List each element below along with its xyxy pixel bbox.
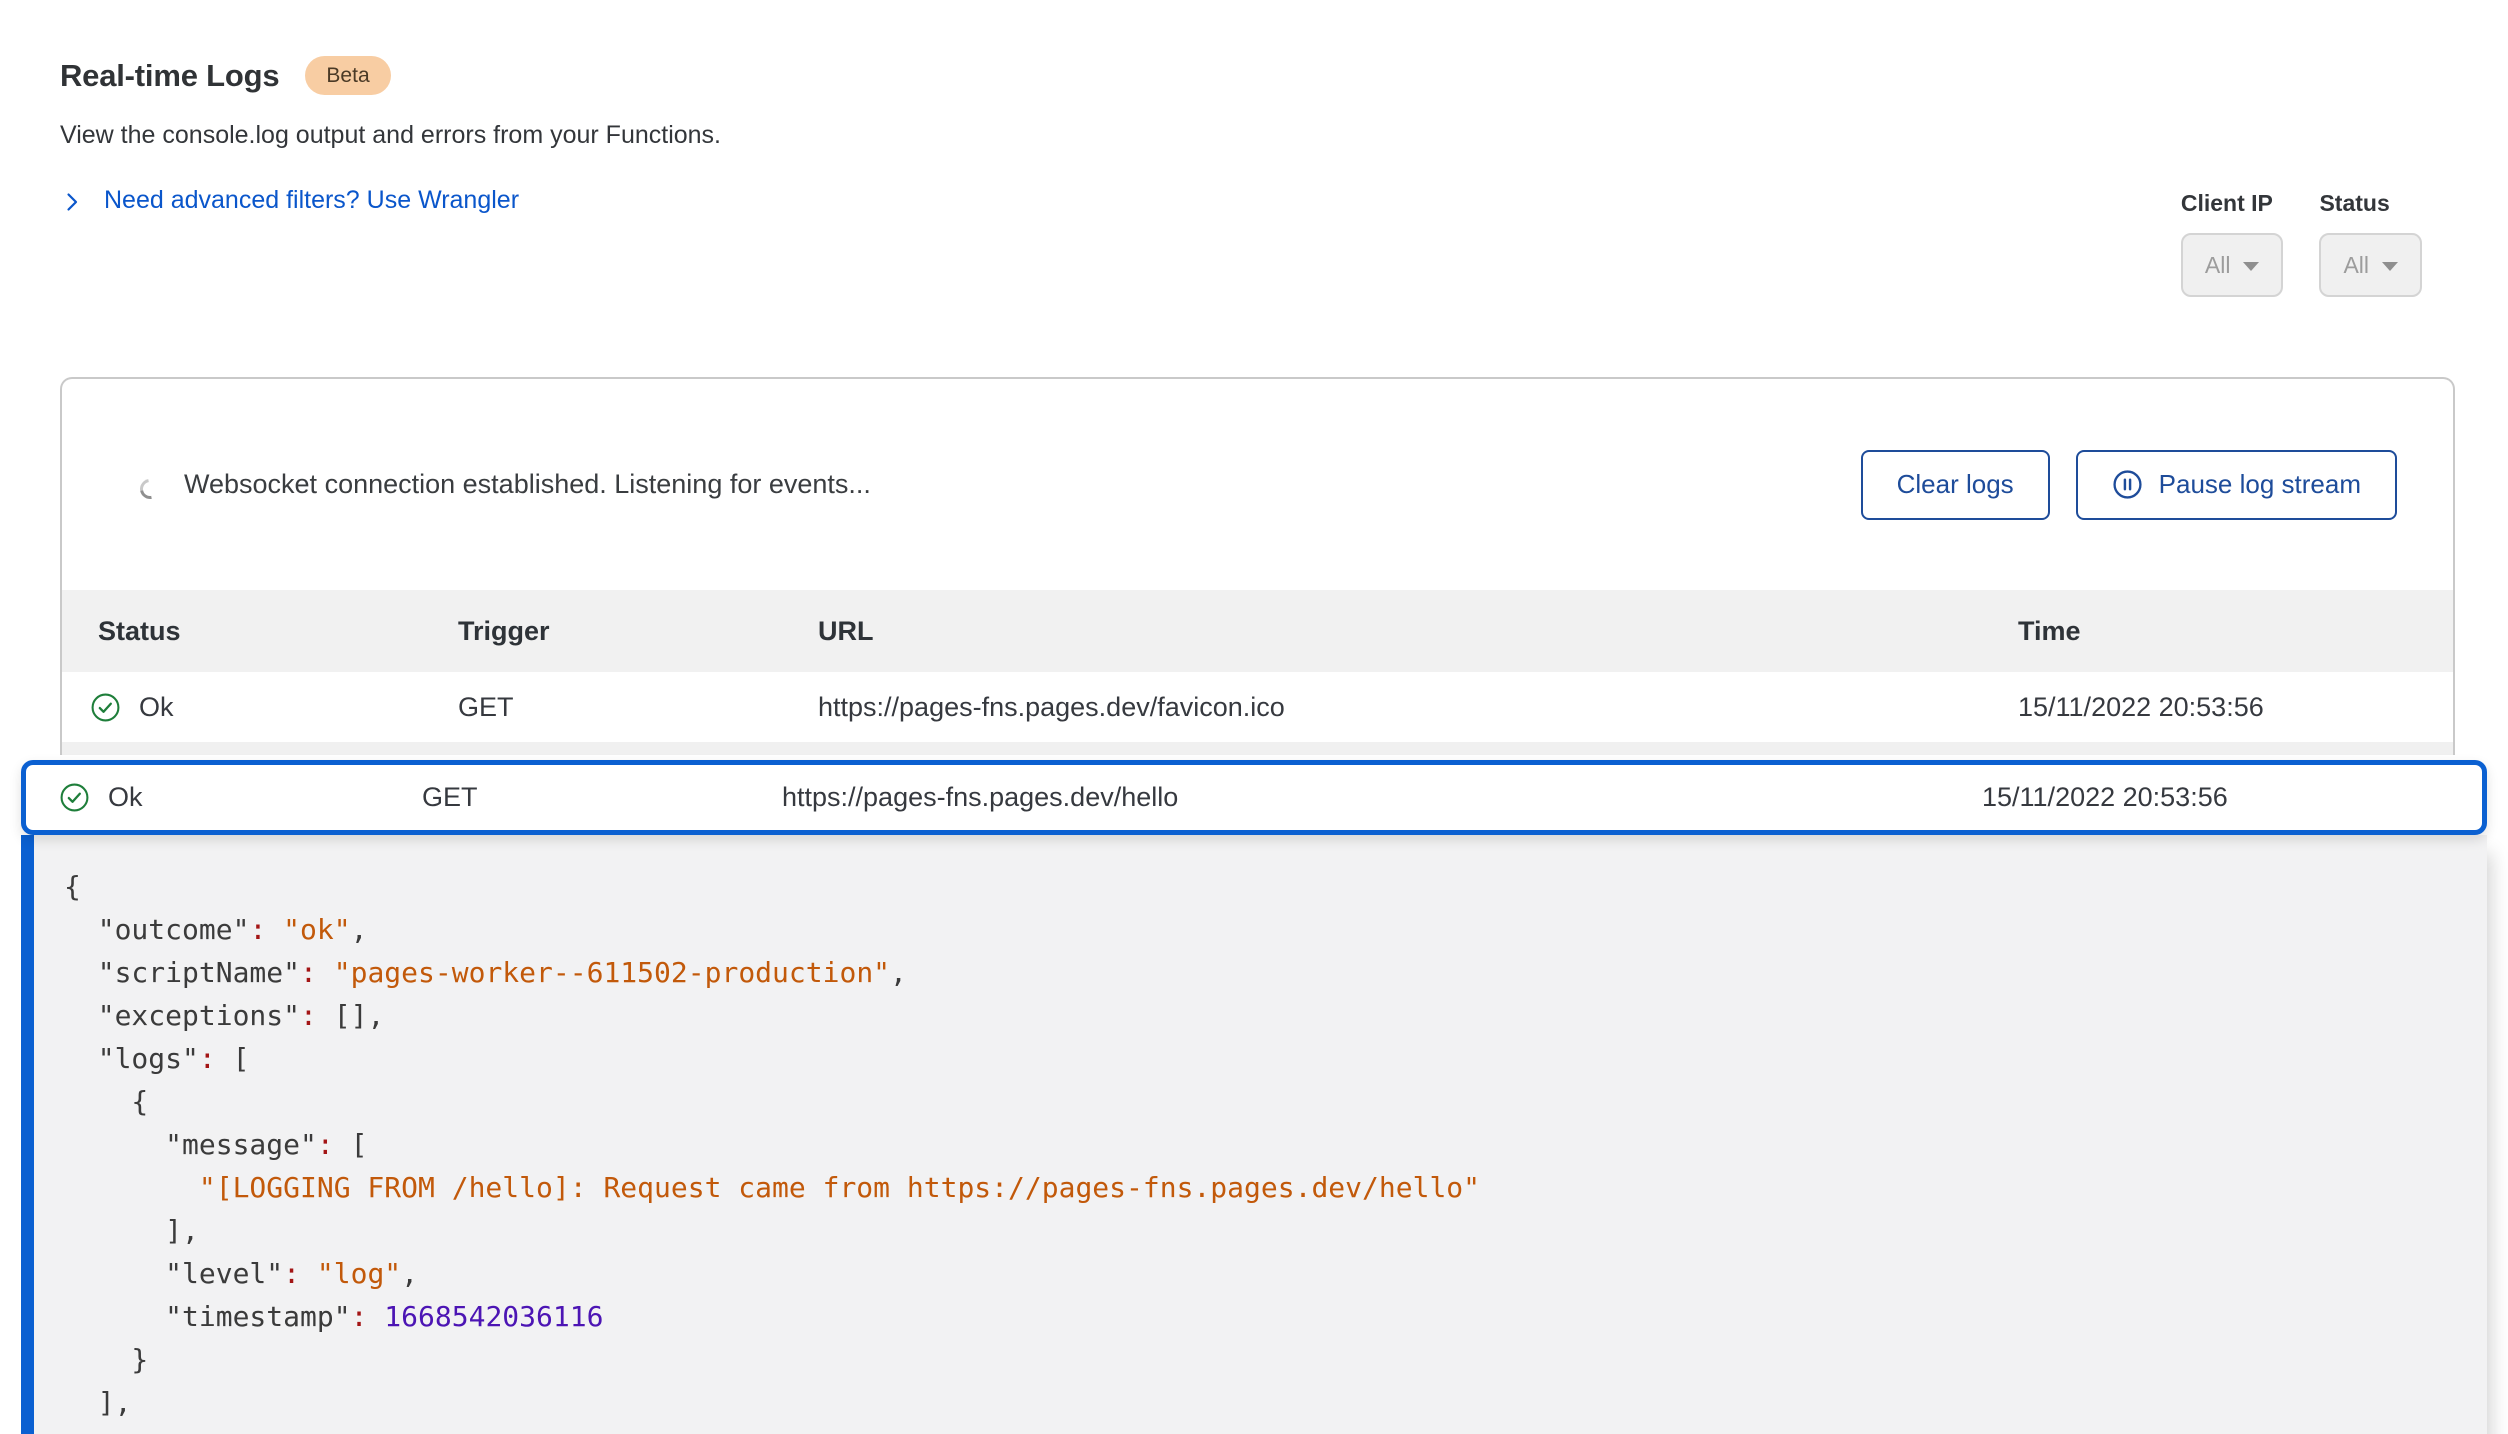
row-status-cell: Ok bbox=[26, 782, 386, 813]
row-separator bbox=[62, 742, 2453, 755]
row-time-cell: 15/11/2022 20:53:56 bbox=[1982, 692, 2453, 723]
column-header-url: URL bbox=[782, 616, 1982, 647]
log-table-row-selected[interactable]: Ok GET https://pages-fns.pages.dev/hello… bbox=[21, 760, 2487, 835]
log-detail-panel: { "outcome": "ok", "scriptName": "pages-… bbox=[21, 835, 2487, 1434]
pause-log-stream-button[interactable]: Pause log stream bbox=[2076, 450, 2397, 520]
page-header: Real-time Logs Beta View the console.log… bbox=[0, 0, 2508, 215]
beta-badge: Beta bbox=[305, 56, 390, 95]
dropdown-caret-icon bbox=[2382, 262, 2398, 271]
row-status-text: Ok bbox=[108, 782, 143, 813]
pause-icon bbox=[2112, 469, 2143, 500]
row-status-text: Ok bbox=[139, 692, 174, 723]
page-subtitle: View the console.log output and errors f… bbox=[60, 121, 2448, 150]
status-filter-dropdown[interactable]: All bbox=[2319, 233, 2422, 297]
row-trigger-cell: GET bbox=[386, 782, 746, 813]
dropdown-caret-icon bbox=[2243, 262, 2259, 271]
status-filter-value: All bbox=[2343, 252, 2369, 279]
json-code: { "outcome": "ok", "scriptName": "pages-… bbox=[34, 835, 2487, 1424]
column-header-trigger: Trigger bbox=[422, 616, 782, 647]
status-filter: Status All bbox=[2319, 190, 2422, 297]
column-header-status: Status bbox=[62, 616, 422, 647]
status-filter-label: Status bbox=[2319, 190, 2422, 217]
client-ip-filter-dropdown[interactable]: All bbox=[2181, 233, 2284, 297]
chevron-right-icon bbox=[60, 190, 84, 214]
page-title: Real-time Logs bbox=[60, 58, 279, 94]
row-url-cell: https://pages-fns.pages.dev/hello bbox=[746, 782, 1946, 813]
row-status-cell: Ok bbox=[62, 692, 422, 723]
row-url-cell: https://pages-fns.pages.dev/favicon.ico bbox=[782, 692, 1982, 723]
log-actions: Clear logs Pause log stream bbox=[1861, 450, 2397, 520]
client-ip-filter-value: All bbox=[2205, 252, 2231, 279]
websocket-status-text: Websocket connection established. Listen… bbox=[184, 469, 871, 500]
expanded-log-entry: Ok GET https://pages-fns.pages.dev/hello… bbox=[21, 760, 2487, 1434]
log-table-row[interactable]: Ok GET https://pages-fns.pages.dev/favic… bbox=[62, 672, 2453, 742]
clear-logs-button[interactable]: Clear logs bbox=[1861, 450, 2050, 520]
wrangler-link[interactable]: Need advanced filters? Use Wrangler bbox=[104, 186, 519, 215]
clear-logs-label: Clear logs bbox=[1897, 469, 2014, 500]
check-circle-icon bbox=[90, 692, 121, 723]
client-ip-filter-label: Client IP bbox=[2181, 190, 2284, 217]
websocket-status-bar: Websocket connection established. Listen… bbox=[62, 379, 2453, 590]
log-table-header: Status Trigger URL Time bbox=[62, 590, 2453, 672]
client-ip-filter: Client IP All bbox=[2181, 190, 2284, 297]
title-row: Real-time Logs Beta bbox=[60, 56, 2448, 95]
wrangler-link-row[interactable]: Need advanced filters? Use Wrangler bbox=[60, 186, 2448, 215]
row-time-cell: 15/11/2022 20:53:56 bbox=[1946, 782, 2482, 813]
check-circle-icon bbox=[59, 782, 90, 813]
realtime-logs-page: Real-time Logs Beta View the console.log… bbox=[0, 0, 2508, 1434]
spinner-icon bbox=[136, 475, 164, 503]
row-trigger-cell: GET bbox=[422, 692, 782, 723]
filters: Client IP All Status All bbox=[2181, 190, 2422, 297]
pause-log-stream-label: Pause log stream bbox=[2159, 469, 2361, 500]
log-stream-panel: Websocket connection established. Listen… bbox=[60, 377, 2455, 755]
column-header-time: Time bbox=[1982, 616, 2453, 647]
